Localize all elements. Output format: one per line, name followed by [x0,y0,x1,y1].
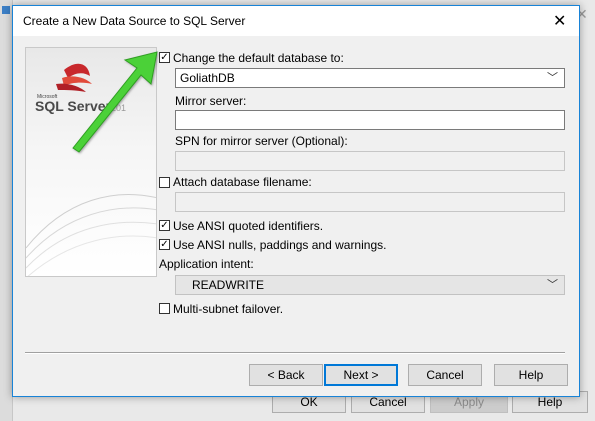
attach-db-input [175,192,565,212]
ansi-nulls-label: Use ANSI nulls, paddings and warnings. [173,238,387,252]
next-button[interactable]: Next > [324,364,398,386]
mirror-server-input[interactable] [175,110,565,130]
dialog-titlebar: Create a New Data Source to SQL Server ✕ [13,6,579,36]
default-database-value: GoliathDB [180,71,235,85]
mirror-server-label: Mirror server: [175,94,247,108]
application-intent-value: READWRITE [192,278,264,292]
dialog-title: Create a New Data Source to SQL Server [23,14,246,28]
change-default-db-label: Change the default database to: [173,51,344,65]
attach-db-checkbox[interactable] [159,177,170,188]
chevron-down-icon: ﹀ [547,279,558,291]
ansi-quoted-checkbox[interactable]: ✓ [159,220,170,231]
chevron-down-icon: ﹀ [547,72,558,84]
dialog-divider [25,352,565,354]
attach-db-label: Attach database filename: [173,175,312,189]
help-button[interactable]: Help [494,364,568,386]
application-intent-select: READWRITE ﹀ [175,275,565,295]
spn-mirror-label: SPN for mirror server (Optional): [175,134,348,148]
application-intent-label: Application intent: [159,257,254,271]
window-icon [2,6,10,14]
cancel-button[interactable]: Cancel [408,364,482,386]
checkmark-icon: ✓ [160,239,169,250]
ansi-nulls-checkbox[interactable]: ✓ [159,239,170,250]
default-database-select[interactable]: GoliathDB ﹀ [175,68,565,88]
multisubnet-label: Multi-subnet failover. [173,302,284,316]
ansi-quoted-label: Use ANSI quoted identifiers. [173,219,324,233]
close-icon[interactable]: ✕ [553,11,566,31]
back-button[interactable]: < Back [249,364,323,386]
annotation-arrow-icon [72,51,158,153]
spn-mirror-input [175,151,565,171]
multisubnet-checkbox[interactable] [159,303,170,314]
checkmark-icon: ✓ [160,220,169,231]
